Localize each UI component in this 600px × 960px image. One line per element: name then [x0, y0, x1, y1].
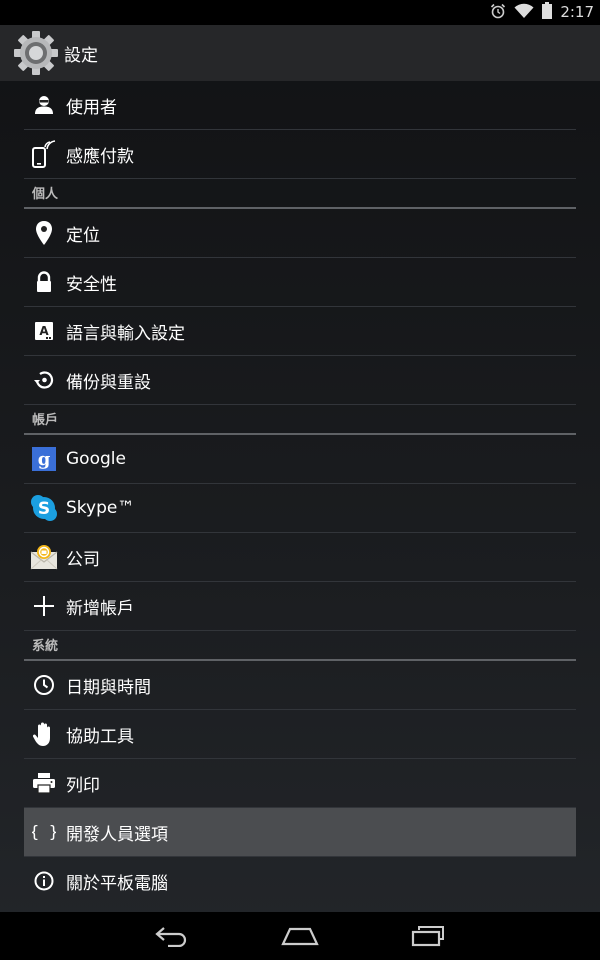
svg-text:S: S: [38, 499, 50, 519]
settings-item-label: 開發人員選項: [66, 824, 168, 845]
printer-icon: [24, 763, 64, 803]
settings-item-users[interactable]: 使用者: [24, 81, 576, 130]
settings-item-label: 關於平板電腦: [66, 873, 168, 894]
settings-item-label: Skype™: [66, 498, 135, 518]
action-bar: 設定: [0, 25, 600, 81]
settings-item-skype[interactable]: S Skype™: [24, 484, 576, 533]
svg-text:A: A: [39, 324, 49, 338]
settings-screen: 2:17 設定 使用者 感應付款 個人 定位 安全性 A 語言與輸入設定 備份與…: [0, 0, 600, 960]
settings-item-label: Google: [66, 449, 126, 469]
settings-item-tap-pay[interactable]: 感應付款: [24, 130, 576, 179]
settings-item-label: 使用者: [66, 97, 117, 118]
settings-item-about-tablet[interactable]: 關於平板電腦: [24, 857, 576, 905]
settings-item-label: 日期與時間: [66, 677, 151, 698]
google-icon: g: [24, 439, 64, 479]
alarm-icon: [490, 3, 506, 23]
settings-item-label: 安全性: [66, 274, 117, 295]
back-icon[interactable]: [148, 920, 196, 952]
svg-text:{ }: { }: [32, 822, 56, 841]
settings-item-accessibility[interactable]: 協助工具: [24, 710, 576, 759]
settings-item-work[interactable]: 公司: [24, 533, 576, 582]
settings-item-language-input[interactable]: A 語言與輸入設定: [24, 307, 576, 356]
backup-icon: [24, 360, 64, 400]
settings-item-label: 協助工具: [66, 726, 134, 747]
user-icon: [24, 85, 64, 125]
status-time: 2:17: [560, 3, 594, 21]
settings-item-print[interactable]: 列印: [24, 759, 576, 808]
lock-icon: [24, 262, 64, 302]
settings-item-developer-options[interactable]: { } 開發人員選項: [24, 808, 576, 857]
settings-item-date-time[interactable]: 日期與時間: [24, 661, 576, 710]
settings-item-label: 感應付款: [66, 146, 134, 167]
settings-item-label: 語言與輸入設定: [66, 323, 185, 344]
settings-item-security[interactable]: 安全性: [24, 258, 576, 307]
tap-pay-icon: [24, 134, 64, 174]
language-icon: A: [24, 311, 64, 351]
settings-item-location[interactable]: 定位: [24, 209, 576, 258]
settings-item-label: 新增帳戶: [66, 598, 134, 619]
info-icon: [24, 861, 64, 901]
settings-gear-icon[interactable]: [12, 29, 60, 77]
section-header-system: 系統: [24, 631, 576, 661]
add-icon: [24, 586, 64, 626]
settings-item-backup-reset[interactable]: 備份與重設: [24, 356, 576, 405]
battery-icon: [542, 2, 553, 23]
braces-icon: { }: [24, 812, 64, 852]
clock-icon: [24, 665, 64, 705]
wifi-icon: [514, 3, 534, 23]
page-title: 設定: [64, 45, 98, 66]
settings-item-label: 列印: [66, 775, 100, 796]
svg-text:g: g: [38, 449, 51, 470]
navigation-bar: [0, 912, 600, 960]
settings-item-add-account[interactable]: 新增帳戶: [24, 582, 576, 631]
work-mail-icon: [24, 537, 64, 577]
settings-item-label: 定位: [66, 225, 100, 246]
status-bar: 2:17: [0, 0, 600, 25]
recent-apps-icon[interactable]: [404, 920, 452, 952]
settings-item-google[interactable]: g Google: [24, 435, 576, 484]
settings-item-label: 備份與重設: [66, 372, 151, 393]
section-header-accounts: 帳戶: [24, 405, 576, 435]
skype-icon: S: [24, 488, 64, 528]
settings-list: 使用者 感應付款 個人 定位 安全性 A 語言與輸入設定 備份與重設 帳戶 g …: [24, 81, 576, 905]
home-icon[interactable]: [276, 920, 324, 952]
hand-icon: [24, 714, 64, 754]
location-icon: [24, 213, 64, 253]
settings-item-label: 公司: [66, 549, 100, 570]
section-header-personal: 個人: [24, 179, 576, 209]
